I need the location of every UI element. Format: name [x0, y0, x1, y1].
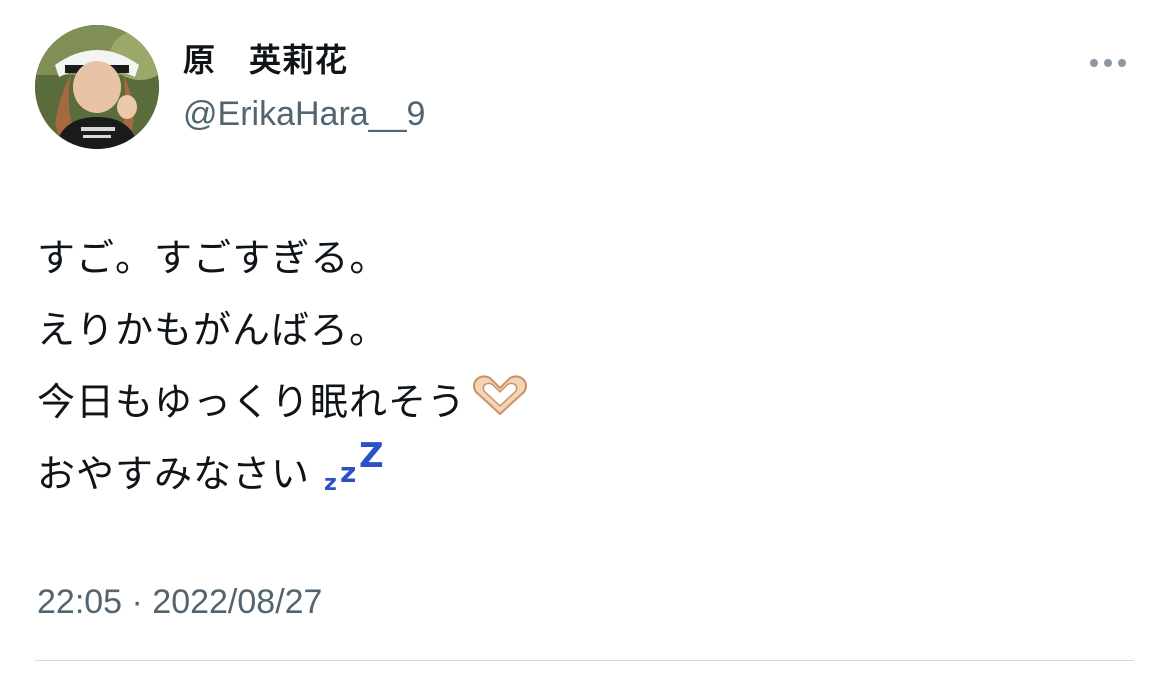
tweet-line: 今日もゆっくり眠れそう [37, 366, 530, 438]
display-name[interactable]: 原 英莉花 [183, 38, 348, 82]
handle[interactable]: @ErikaHara__9 [183, 92, 425, 136]
zzz-icon: zzZ [324, 436, 385, 496]
tweet-timestamp[interactable]: 22:05 · 2022/08/27 [37, 580, 322, 624]
more-dot-icon [1090, 59, 1098, 67]
tweet-line: えりかもがんばろ。 [37, 308, 389, 352]
heart-hands-icon [470, 369, 530, 441]
more-dot-icon [1118, 59, 1126, 67]
tweet-text: すご。すごすぎる。 えりかもがんばろ。 今日もゆっくり眠れそう おやすみなさい z… [37, 222, 530, 510]
tweet-line: すご。すごすぎる。 [37, 236, 389, 280]
avatar[interactable] [35, 25, 159, 149]
avatar-photo [35, 25, 159, 149]
tweet-line: おやすみなさい z z Z [37, 438, 530, 510]
more-dot-icon [1104, 59, 1112, 67]
more-options-button[interactable] [1080, 48, 1136, 78]
divider [35, 660, 1134, 661]
